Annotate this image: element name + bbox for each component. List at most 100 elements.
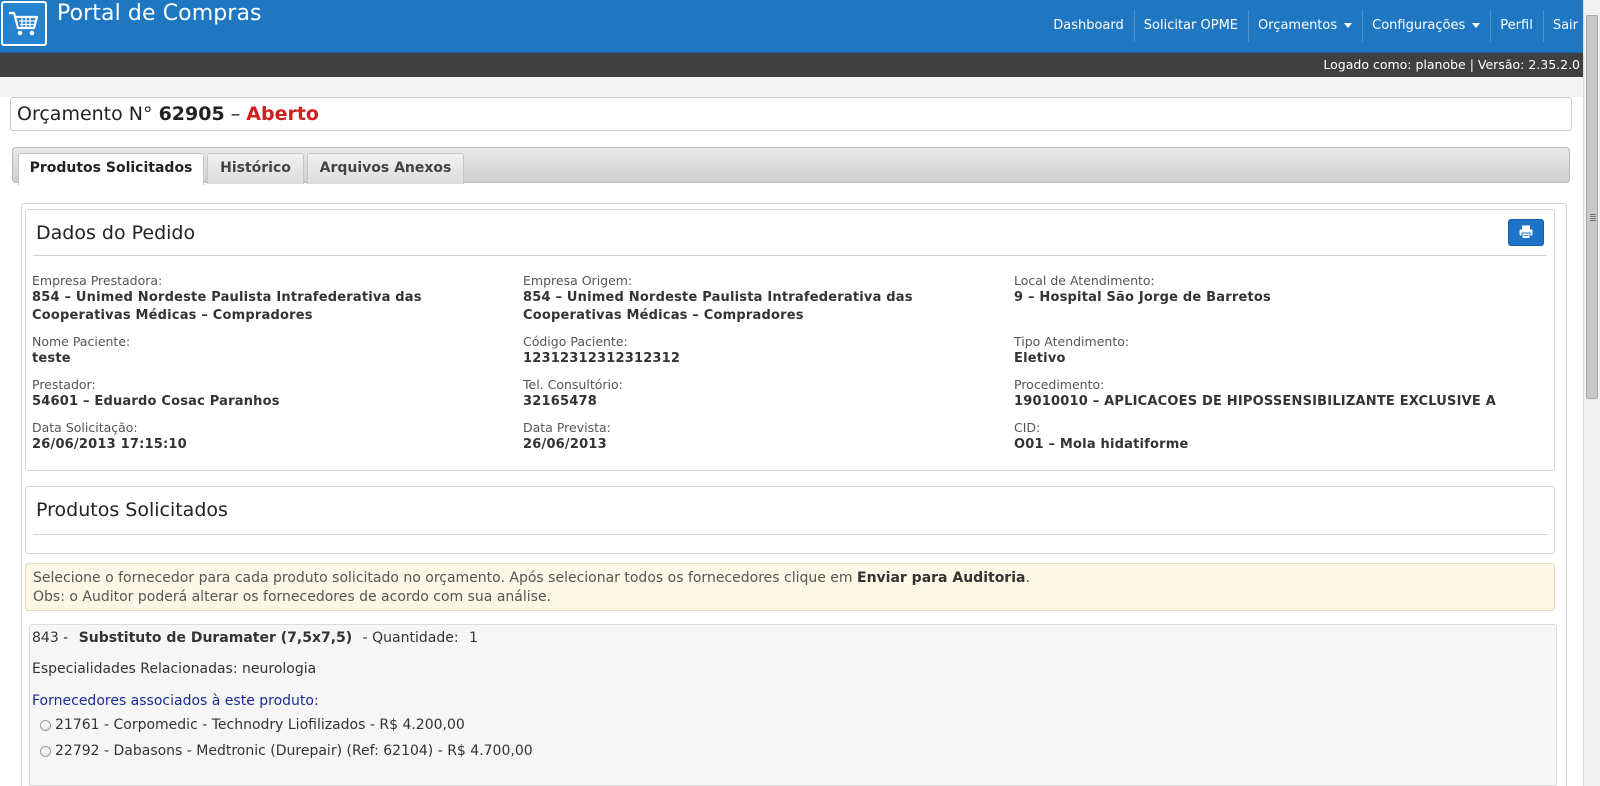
fornecedor-radio[interactable]: [40, 745, 51, 757]
alert-emphasis: Enviar para Auditoria: [857, 570, 1026, 586]
fornecedor-option-label[interactable]: 22792 - Dabasons - Medtronic (Durepair) …: [55, 743, 533, 759]
nav-perfil[interactable]: Perfil: [1490, 0, 1543, 52]
quantity-value: 1: [469, 630, 478, 646]
field-prestador: Prestador: 54601 – Eduardo Cosac Paranho…: [32, 376, 502, 411]
field-label: Empresa Prestadora:: [32, 273, 163, 288]
tab-produtos-solicitados[interactable]: Produtos Solicitados: [18, 153, 204, 185]
nav-orcamentos-label: Orçamentos: [1258, 18, 1338, 33]
product-name: Substituto de Duramater (7,5x7,5): [78, 630, 353, 646]
nav-dashboard-label: Dashboard: [1053, 18, 1124, 33]
tab-historico-label: Histórico: [220, 160, 291, 176]
field-value: 32165478: [523, 394, 597, 409]
field-label: CID:: [1014, 420, 1041, 435]
panel-divider: [33, 534, 1547, 535]
field-label: Data Solicitação:: [32, 420, 138, 435]
field-tel-consultorio: Tel. Consultório: 32165478: [523, 376, 993, 411]
alert-line-2: Obs: o Auditor poderá alterar os fornece…: [33, 589, 552, 605]
field-label: Tipo Atendimento:: [1014, 334, 1130, 349]
nav-solicitar-opme-label: Solicitar OPME: [1143, 18, 1238, 33]
especialidades-text: Especialidades Relacionadas: neurologia: [32, 661, 317, 677]
fornecedor-option[interactable]: 21761 - Corpomedic - Technodry Liofiliza…: [40, 717, 465, 733]
caret-down-icon: [1344, 23, 1353, 28]
orcamento-status: Aberto: [246, 103, 319, 125]
produtos-solicitados-heading: Produtos Solicitados: [36, 499, 228, 521]
field-cid: CID: O01 – Mola hidatiforme: [1014, 419, 1484, 454]
tab-arquivos-anexos-label: Arquivos Anexos: [319, 160, 452, 176]
field-value: 854 – Unimed Nordeste Paulista Intrafede…: [32, 290, 422, 323]
orcamento-number: 62905: [158, 103, 225, 125]
fornecedores-title: Fornecedores associados à este produto:: [32, 693, 319, 709]
product-item: 843 - Substituto de Duramater (7,5x7,5) …: [29, 624, 1557, 786]
scrollbar-grip-icon: [1590, 214, 1596, 215]
field-tipo-atendimento: Tipo Atendimento: Eletivo: [1014, 333, 1484, 368]
product-code: 843 -: [32, 630, 69, 646]
field-procedimento: Procedimento: 19010010 – APLICACOES DE H…: [1014, 376, 1534, 411]
page-scrollbar[interactable]: [1583, 0, 1600, 786]
tab-arquivos-anexos[interactable]: Arquivos Anexos: [307, 153, 464, 184]
print-button[interactable]: [1508, 219, 1544, 246]
nav-orcamentos-dropdown[interactable]: Orçamentos: [1248, 0, 1362, 52]
alert-text: Selecione o fornecedor para cada produto…: [33, 570, 853, 586]
fornecedor-option[interactable]: 22792 - Dabasons - Medtronic (Durepair) …: [40, 743, 533, 759]
fornecedor-option-label[interactable]: 21761 - Corpomedic - Technodry Liofiliza…: [55, 717, 465, 733]
tab-produtos-solicitados-label: Produtos Solicitados: [29, 160, 193, 176]
produtos-solicitados-panel: Produtos Solicitados: [25, 486, 1555, 554]
alert-line-1: Selecione o fornecedor para cada produto…: [33, 569, 1547, 588]
field-nome-paciente: Nome Paciente: teste: [32, 333, 502, 368]
field-value: 26/06/2013: [523, 437, 607, 452]
top-navbar: Portal de Compras Dashboard Solicitar OP…: [0, 0, 1600, 53]
field-value: teste: [32, 351, 71, 366]
nav-sair-label: Sair: [1552, 18, 1578, 33]
fornecedor-radio[interactable]: [40, 719, 51, 731]
tab-bar: Produtos Solicitados Histórico Arquivos …: [12, 147, 1570, 185]
field-label: Procedimento:: [1014, 377, 1105, 392]
page-title-prefix: Orçamento N°: [17, 103, 153, 125]
field-value: 26/06/2013 17:15:10: [32, 437, 187, 452]
field-value: Eletivo: [1014, 351, 1066, 366]
instructions-alert: Selecione o fornecedor para cada produto…: [25, 563, 1555, 611]
field-value: O01 – Mola hidatiforme: [1014, 437, 1189, 452]
nav-dashboard[interactable]: Dashboard: [1043, 0, 1134, 52]
product-header: 843 - Substituto de Duramater (7,5x7,5) …: [32, 630, 478, 646]
field-label: Local de Atendimento:: [1014, 273, 1155, 288]
field-data-solicitacao: Data Solicitação: 26/06/2013 17:15:10: [32, 419, 502, 454]
printer-icon: [1519, 225, 1533, 239]
nav-sair[interactable]: Sair: [1542, 0, 1588, 52]
login-status-bar: Logado como: planobe | Versão: 2.35.2.0: [0, 53, 1600, 77]
field-value: 9 – Hospital São Jorge de Barretos: [1014, 290, 1271, 305]
scrollbar-thumb[interactable]: [1586, 15, 1598, 399]
alert-text-end: .: [1025, 570, 1030, 586]
page-title: Orçamento N° 62905 – Aberto: [17, 103, 319, 125]
nav-menu: Dashboard Solicitar OPME Orçamentos Conf…: [1043, 0, 1588, 52]
nav-configuracoes-label: Configurações: [1372, 18, 1466, 33]
field-codigo-paciente: Código Paciente: 12312312312312312: [523, 333, 993, 368]
nav-solicitar-opme[interactable]: Solicitar OPME: [1133, 0, 1248, 52]
tab-historico[interactable]: Histórico: [207, 153, 304, 184]
field-value: 54601 – Eduardo Cosac Paranhos: [32, 394, 280, 409]
shopping-cart-icon[interactable]: [1, 1, 47, 46]
caret-down-icon: [1472, 23, 1481, 28]
field-data-prevista: Data Prevista: 26/06/2013: [523, 419, 993, 454]
brand-title[interactable]: Portal de Compras: [57, 1, 262, 26]
page-title-card: Orçamento N° 62905 – Aberto: [10, 97, 1572, 131]
field-label: Data Prevista:: [523, 420, 611, 435]
field-local-atendimento: Local de Atendimento: 9 – Hospital São J…: [1014, 272, 1484, 307]
field-value: 19010010 – APLICACOES DE HIPOSSENSIBILIZ…: [1014, 394, 1496, 409]
field-value: 12312312312312312: [523, 351, 681, 366]
panel-divider: [33, 255, 1547, 256]
field-empresa-prestadora: Empresa Prestadora: 854 – Unimed Nordest…: [32, 272, 502, 325]
field-label: Empresa Origem:: [523, 273, 633, 288]
background-strip: [0, 77, 1583, 97]
dados-pedido-heading: Dados do Pedido: [36, 222, 196, 244]
nav-perfil-label: Perfil: [1500, 18, 1533, 33]
login-status-text: Logado como: planobe | Versão: 2.35.2.0: [1323, 57, 1580, 72]
field-label: Prestador:: [32, 377, 96, 392]
field-value: 854 – Unimed Nordeste Paulista Intrafede…: [523, 290, 913, 323]
field-empresa-origem: Empresa Origem: 854 – Unimed Nordeste Pa…: [523, 272, 993, 325]
field-label: Tel. Consultório:: [523, 377, 623, 392]
field-label: Código Paciente:: [523, 334, 628, 349]
quantity-label: - Quantidade:: [362, 630, 459, 646]
title-separator: –: [230, 103, 241, 125]
nav-configuracoes-dropdown[interactable]: Configurações: [1362, 0, 1490, 52]
field-label: Nome Paciente:: [32, 334, 131, 349]
